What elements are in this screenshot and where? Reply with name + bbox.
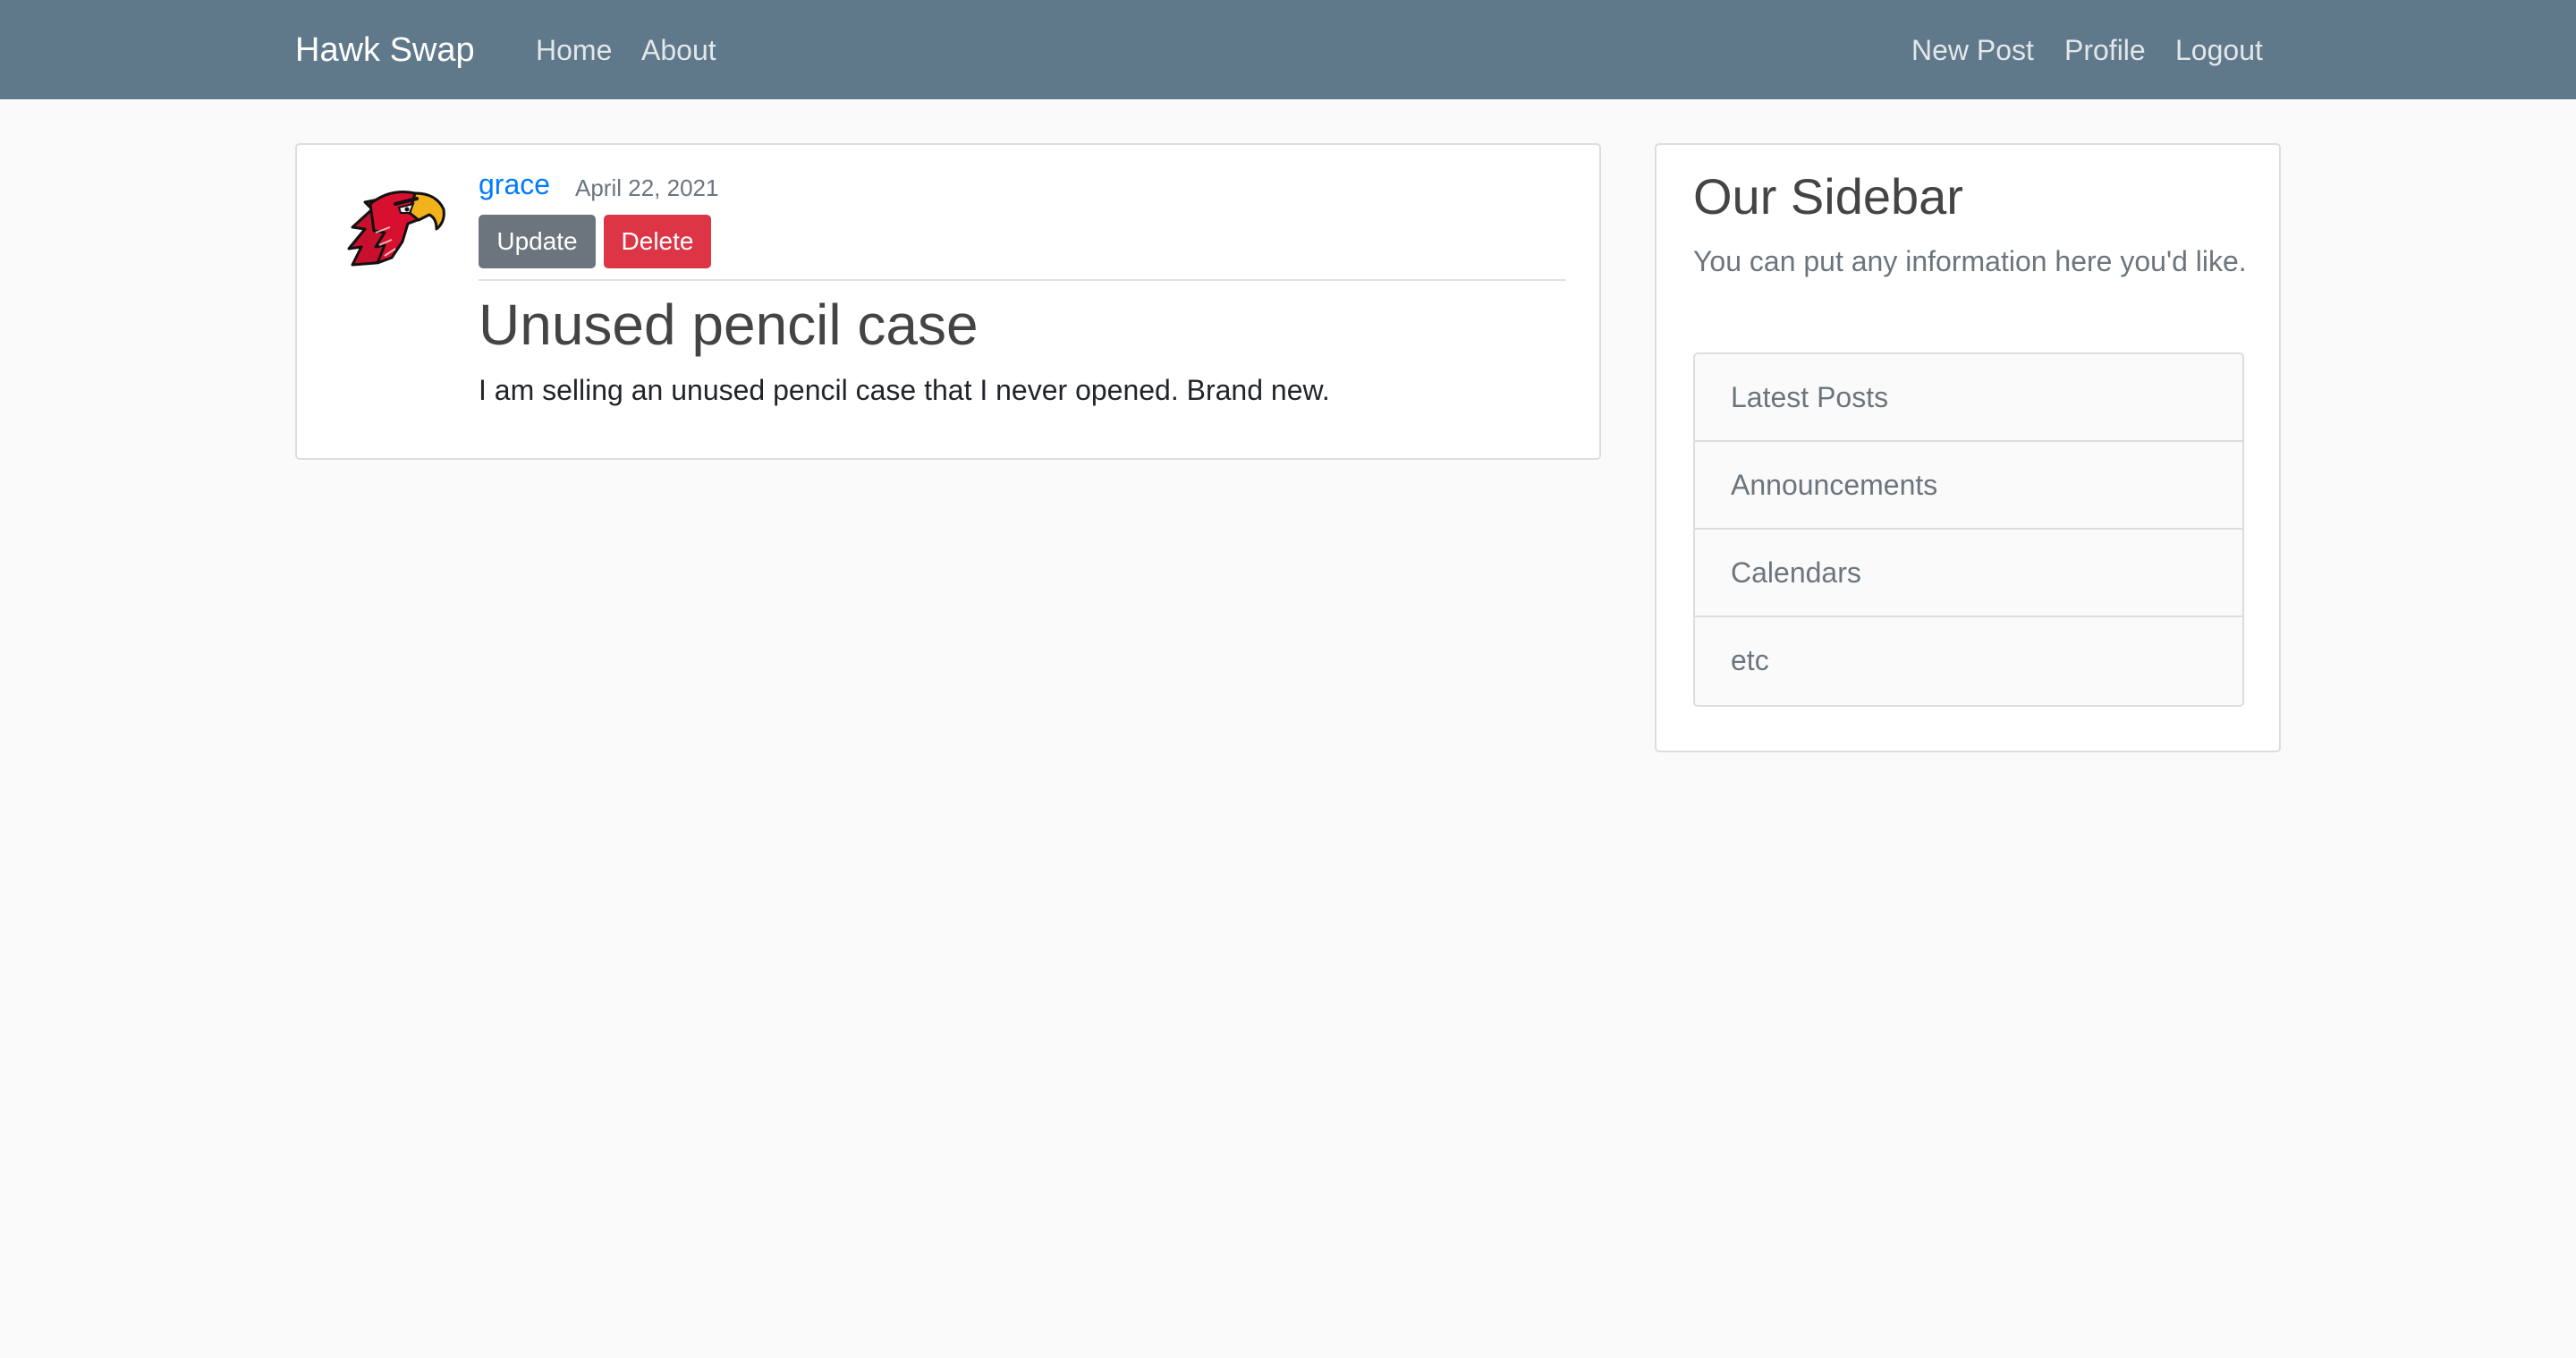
sidebar: Our Sidebar You can put any information … [1655,143,2281,752]
update-button[interactable]: Update [479,215,596,268]
post-card: grace April 22, 2021 Update Delete Unuse… [295,143,1601,460]
red-hawk-mascot-icon [340,177,447,284]
sidebar-item-announcements[interactable]: Announcements [1695,442,2242,530]
post-divider [479,279,1566,281]
nav-new-post-link[interactable]: New Post [1911,30,2034,71]
sidebar-item-etc[interactable]: etc [1695,617,2242,705]
sidebar-list: Latest Posts Announcements Calendars etc [1693,352,2244,707]
nav-logout-link[interactable]: Logout [2175,30,2263,71]
brand-link[interactable]: Hawk Swap [295,27,475,73]
sidebar-description: You can put any information here you'd l… [1693,245,2247,277]
sidebar-item-latest-posts[interactable]: Latest Posts [1695,354,2242,442]
post-author-link[interactable]: grace [479,166,550,203]
nav-home-link[interactable]: Home [536,30,612,71]
nav-about-link[interactable]: About [641,30,716,71]
sidebar-item-calendars[interactable]: Calendars [1695,530,2242,617]
post-title: Unused pencil case [479,293,979,357]
delete-button[interactable]: Delete [604,215,711,268]
top-navbar: Hawk Swap Home About New Post Profile Lo… [0,0,2576,99]
post-date: April 22, 2021 [575,174,719,201]
nav-profile-link[interactable]: Profile [2064,30,2146,71]
sidebar-title: Our Sidebar [1693,168,1963,225]
post-content: I am selling an unused pencil case that … [479,374,1330,406]
